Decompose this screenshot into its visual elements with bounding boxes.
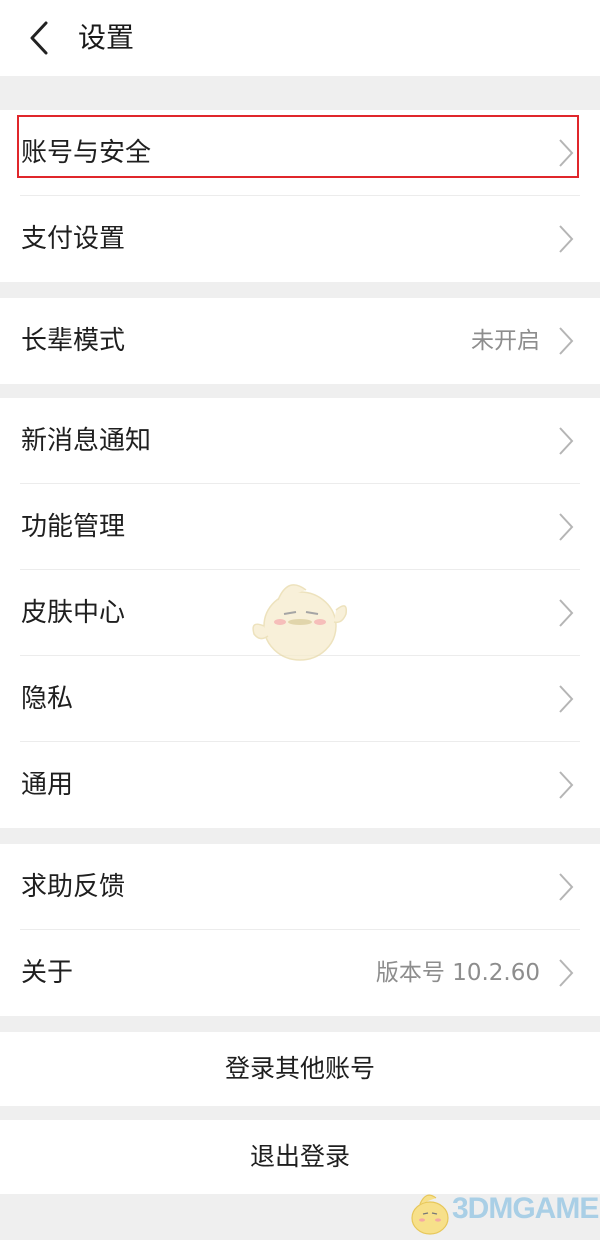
app-header: 设置 — [0, 0, 600, 76]
chevron-left-icon — [30, 21, 48, 55]
settings-item-general[interactable]: 通用 — [0, 742, 600, 828]
settings-item-label: 支付设置 — [21, 224, 126, 254]
chevron-right-icon — [558, 770, 574, 800]
settings-item-about[interactable]: 关于 版本号 10.2.60 — [0, 930, 600, 1016]
chevron-right-icon — [558, 684, 574, 714]
mascot-logo-icon — [411, 1194, 449, 1235]
settings-item-label: 功能管理 — [21, 512, 126, 542]
settings-group-elder: 长辈模式 未开启 — [0, 298, 600, 384]
logout-button[interactable]: 退出登录 — [0, 1120, 600, 1194]
settings-item-label: 长辈模式 — [21, 326, 126, 356]
watermark-text: 3DMGAME — [452, 1192, 599, 1225]
settings-group-help: 求助反馈 关于 版本号 10.2.60 — [0, 844, 600, 1016]
chevron-right-icon — [558, 426, 574, 456]
settings-item-payment[interactable]: 支付设置 — [0, 196, 600, 282]
chevron-right-icon — [558, 224, 574, 254]
settings-item-label: 求助反馈 — [21, 872, 126, 902]
settings-item-privacy[interactable]: 隐私 — [0, 656, 600, 742]
chevron-right-icon — [558, 326, 574, 356]
settings-group-account: 账号与安全 支付设置 — [0, 110, 600, 282]
chevron-right-icon — [558, 598, 574, 628]
settings-item-label: 隐私 — [21, 684, 74, 714]
settings-item-label: 皮肤中心 — [21, 598, 126, 628]
site-watermark: 3DMGAME — [404, 1186, 600, 1240]
switch-account-button[interactable]: 登录其他账号 — [0, 1032, 600, 1106]
settings-item-features[interactable]: 功能管理 — [0, 484, 600, 570]
settings-item-label: 通用 — [21, 770, 74, 800]
chevron-right-icon — [558, 958, 574, 988]
back-button[interactable] — [26, 20, 54, 56]
settings-item-feedback[interactable]: 求助反馈 — [0, 844, 600, 930]
page-title: 设置 — [78, 21, 135, 54]
settings-item-notifications[interactable]: 新消息通知 — [0, 398, 600, 484]
settings-item-label: 关于 — [21, 958, 74, 988]
settings-item-label: 账号与安全 — [21, 138, 152, 168]
version-value: 版本号 10.2.60 — [375, 960, 540, 986]
settings-item-elder-mode[interactable]: 长辈模式 未开启 — [0, 298, 600, 384]
mascot-watermark-icon — [252, 584, 348, 661]
chevron-right-icon — [558, 512, 574, 542]
settings-item-value: 未开启 — [471, 328, 540, 354]
settings-item-account-security[interactable]: 账号与安全 — [0, 110, 600, 196]
chevron-right-icon — [558, 138, 574, 168]
chevron-right-icon — [558, 872, 574, 902]
settings-item-label: 新消息通知 — [21, 426, 152, 456]
